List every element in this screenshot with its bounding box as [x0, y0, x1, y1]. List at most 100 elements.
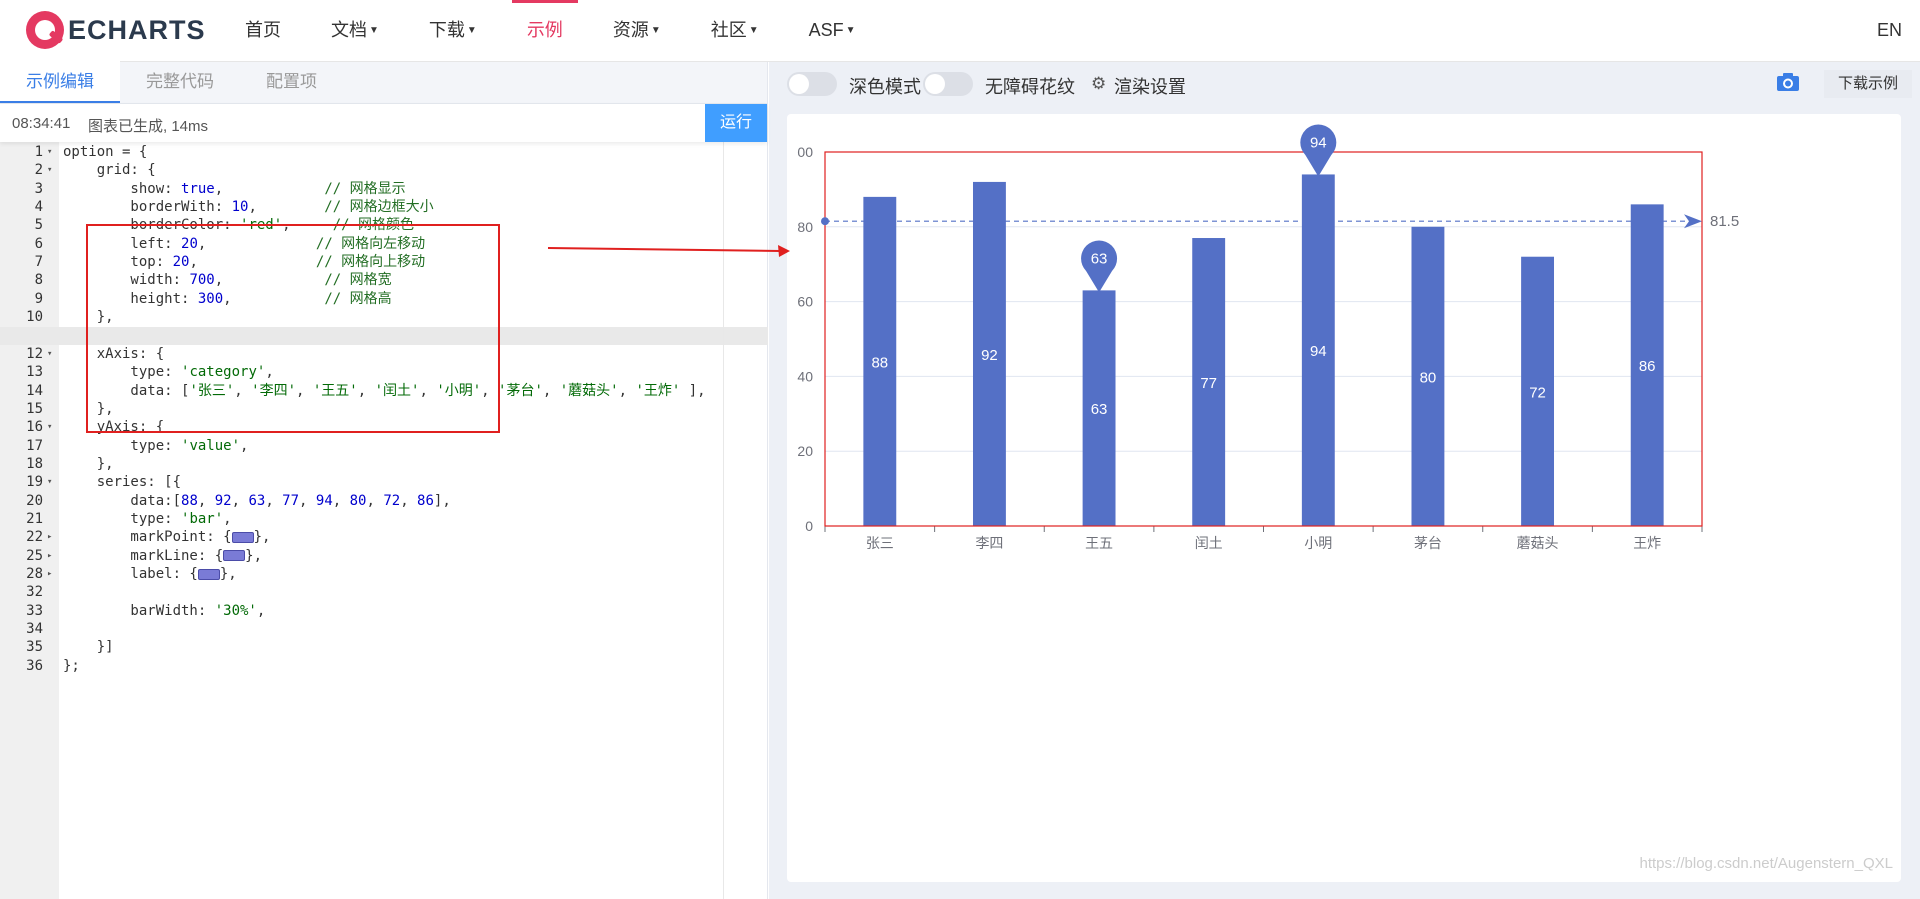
tab-1[interactable]: 完整代码	[120, 61, 240, 103]
fold-open-icon[interactable]: ▾	[47, 473, 52, 491]
x-tick-label: 小明	[1304, 536, 1332, 552]
code-line: type: 'value',	[63, 437, 249, 454]
bar-value-label: 77	[1200, 375, 1217, 392]
x-tick-label: 茅台	[1414, 536, 1442, 552]
nav-menu: 首页 文档 ▼ 下载 ▼ 示例 资源 ▼ 社区 ▼ ASF ▼	[220, 0, 881, 62]
mark-point-label: 63	[1091, 250, 1108, 267]
fold-open-icon[interactable]: ▾	[47, 143, 52, 161]
nav-item-0[interactable]: 首页	[220, 0, 306, 62]
line-number-gutter: 1▾2▾3456789101112▾13141516▾171819▾202122…	[0, 142, 59, 899]
code-line: show: true, // 网格显示	[63, 180, 406, 197]
nav-item-1[interactable]: 文档 ▼	[306, 0, 404, 62]
line-number: 25	[26, 547, 43, 564]
line-number: 9	[34, 290, 43, 307]
mark-point-label: 94	[1310, 134, 1327, 151]
fold-closed-icon[interactable]: ▸	[47, 565, 52, 583]
line-number: 7	[34, 254, 43, 271]
dark-mode-label: 深色模式	[849, 77, 921, 97]
echarts-logo-icon	[26, 11, 64, 49]
chevron-down-icon: ▼	[466, 25, 477, 37]
bar-value-label: 72	[1529, 384, 1546, 401]
language-switch[interactable]: EN	[1877, 0, 1902, 60]
code-line: data:[88, 92, 63, 77, 94, 80, 72, 86],	[63, 492, 451, 509]
chart-container: 00 80 60 40 20 0 88 张三 92 李四 63 王五 77 闰土 94 小明 80 茅台 72 蘑菇头…	[787, 114, 1901, 882]
bar-value-label: 80	[1420, 369, 1437, 386]
code-line: borderWith: 10, // 网格边框大小	[63, 199, 434, 216]
fold-open-icon[interactable]: ▾	[47, 345, 52, 363]
x-tick-label: 张三	[866, 536, 894, 552]
line-number: 18	[26, 455, 43, 472]
line-number: 13	[26, 364, 43, 381]
line-number: 28	[26, 566, 43, 583]
dark-mode-toggle[interactable]	[787, 72, 837, 96]
line-number: 21	[26, 511, 43, 527]
nav-item-label: 文档	[331, 20, 367, 40]
line-number: 35	[26, 639, 43, 656]
x-tick-label: 王五	[1085, 536, 1113, 552]
y-tick-label: 60	[797, 294, 813, 310]
chevron-down-icon: ▼	[845, 25, 856, 37]
line-number: 1	[34, 144, 43, 160]
code-line: option = {	[63, 144, 148, 160]
decal-pattern-label: 无障碍花纹	[985, 77, 1075, 97]
code-line: type: 'bar',	[63, 511, 232, 527]
editor-panel: 示例编辑 完整代码 配置项 08:34:41 图表已生成, 14ms 运行 1 ▾ 2 ▾…	[0, 61, 768, 899]
echarts-logo[interactable]: ECHARTS	[26, 10, 206, 50]
code-line: },	[63, 455, 114, 472]
bar-value-label: 92	[981, 347, 998, 364]
fold-open-icon[interactable]: ▾	[47, 418, 52, 436]
line-number: 20	[26, 492, 43, 509]
bar-value-label: 63	[1091, 401, 1108, 418]
fold-open-icon[interactable]: ▾	[47, 161, 52, 179]
tab-0[interactable]: 示例编辑	[0, 61, 120, 103]
code-line: }]	[63, 639, 114, 656]
x-tick-label: 蘑菇头	[1517, 536, 1559, 552]
line-number: 33	[26, 602, 43, 619]
y-tick-label: 20	[797, 443, 813, 459]
render-settings-label[interactable]: 渲染设置	[1114, 73, 1186, 99]
code-line: };	[63, 657, 80, 674]
logo-text: ECHARTS	[68, 14, 206, 45]
decal-pattern-toggle[interactable]	[923, 72, 973, 96]
line-number: 14	[26, 382, 43, 399]
run-button[interactable]: 运行	[705, 104, 767, 142]
nav-item-6[interactable]: ASF ▼	[784, 0, 881, 62]
gear-icon[interactable]: ⚙	[1091, 74, 1106, 94]
grid-annotation-box	[86, 224, 500, 433]
tab-2[interactable]: 配置项	[240, 61, 343, 103]
camera-icon[interactable]	[1776, 72, 1800, 92]
code-line: series: [{	[63, 474, 182, 491]
download-example-button[interactable]: 下载示例	[1824, 70, 1912, 98]
line-number: 32	[26, 584, 43, 601]
nav-item-2[interactable]: 下载 ▼	[404, 0, 502, 62]
line-number: 12	[26, 345, 43, 362]
fold-closed-icon[interactable]: ▸	[47, 547, 52, 565]
line-number: 2	[34, 162, 43, 179]
chevron-down-icon: ▼	[369, 25, 379, 37]
line-number: 8	[34, 272, 43, 289]
status-time: 08:34:41	[12, 115, 71, 132]
y-tick-label: 40	[797, 368, 813, 384]
bar-chart[interactable]: 0080604020088张三92李四63王五77闰土94小明80茅台72蘑菇头…	[787, 114, 1901, 882]
preview-toolbar: 深色模式 无障碍花纹 ⚙ 渲染设置 下载示例	[769, 62, 1920, 104]
bar-value-label: 86	[1639, 358, 1656, 375]
nav-item-5[interactable]: 社区 ▼	[686, 0, 784, 62]
status-bar: 08:34:41 图表已生成, 14ms 运行	[0, 104, 767, 142]
top-navbar: ECHARTS 首页 文档 ▼ 下载 ▼ 示例 资源 ▼ 社区 ▼ ASF ▼ EN	[0, 0, 1920, 62]
chevron-down-icon: ▼	[748, 25, 759, 37]
nav-item-3[interactable]: 示例	[502, 0, 588, 62]
code-line: markLine: {},	[63, 547, 263, 564]
nav-item-label: 首页	[245, 20, 281, 40]
x-tick-label: 闰土	[1195, 536, 1223, 552]
nav-item-4[interactable]: 资源 ▼	[588, 0, 686, 62]
code-line: barWidth: '30%',	[63, 602, 266, 619]
preview-panel: 深色模式 无障碍花纹 ⚙ 渲染设置 下载示例 00 80 60 40 20 0 88 张三 92…	[769, 62, 1920, 899]
mark-line-label: 81.5	[1710, 213, 1739, 230]
editor-tabs: 示例编辑 完整代码 配置项	[0, 61, 767, 104]
fold-closed-icon[interactable]: ▸	[47, 528, 52, 546]
line-number: 5	[34, 217, 43, 234]
line-number: 10	[26, 309, 43, 326]
nav-item-label: ASF	[808, 20, 844, 40]
chevron-down-icon: ▼	[650, 25, 661, 37]
bar-value-label: 88	[871, 354, 888, 371]
